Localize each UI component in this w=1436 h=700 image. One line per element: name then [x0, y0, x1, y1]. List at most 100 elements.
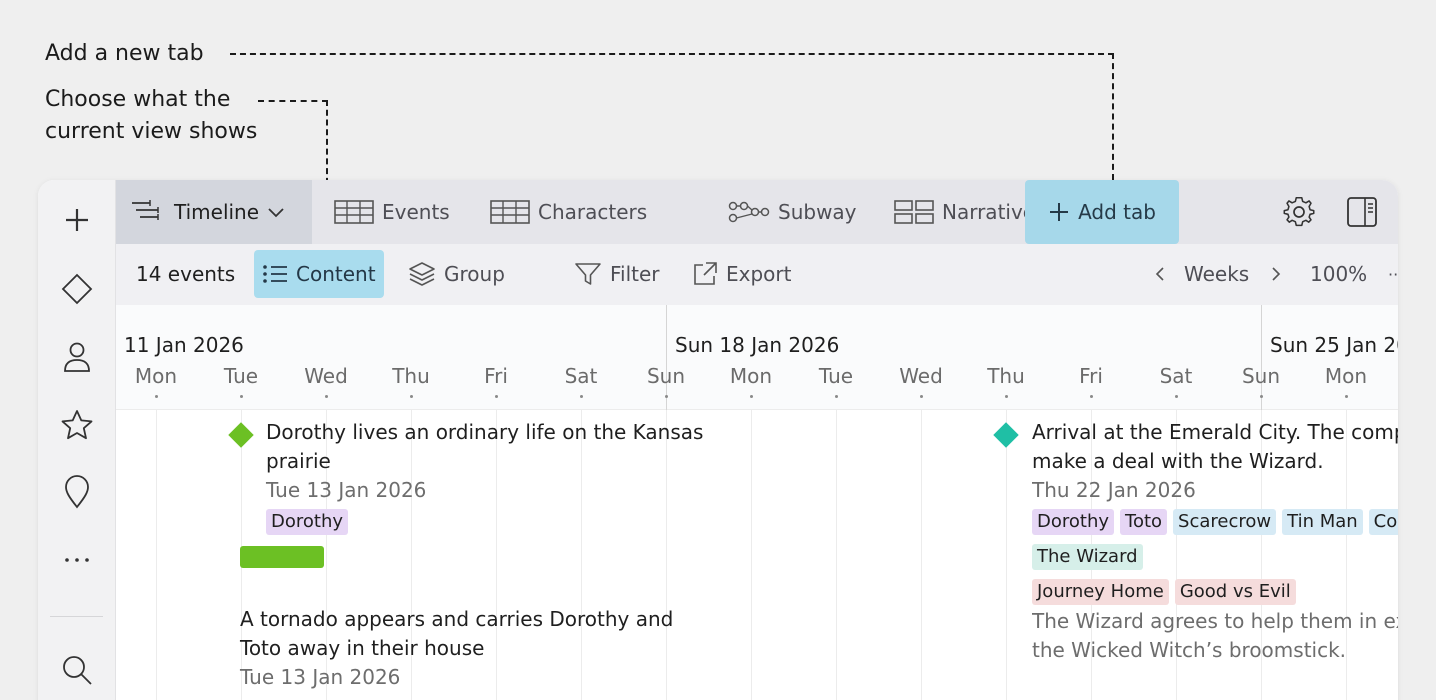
scale-prev-button[interactable] [1146, 250, 1174, 298]
day-label: Thu [987, 364, 1025, 388]
day-tick [410, 395, 413, 398]
settings-button[interactable] [1276, 180, 1322, 244]
export-button[interactable]: Export [684, 250, 799, 298]
table-icon [334, 200, 374, 224]
event-title: Arrival at the Emerald City. The compani… [1032, 420, 1398, 444]
tab-narrative[interactable]: Narrative [880, 180, 1049, 244]
day-tick [495, 395, 498, 398]
table-icon [490, 200, 530, 224]
callout-add-tab: Add a new tab [45, 41, 204, 66]
content-button[interactable]: Content [254, 250, 384, 298]
plus-icon[interactable] [57, 200, 97, 240]
character-tag[interactable]: Scarecrow [1173, 509, 1277, 535]
list-icon [263, 265, 287, 283]
day-tick [1345, 395, 1348, 398]
character-tag[interactable]: Dorothy [1032, 509, 1115, 535]
event-milestone-marker[interactable] [228, 422, 254, 448]
more-label: ··· [1388, 264, 1398, 284]
view-toolbar: 14 events Content Group Filter Export We… [116, 244, 1398, 305]
left-sidebar [38, 180, 116, 700]
theme-tag[interactable]: Journey Home [1032, 579, 1169, 605]
tab-label: Narrative [942, 200, 1036, 224]
export-label: Export [726, 262, 792, 286]
character-tag[interactable]: Toto [1120, 509, 1168, 535]
callout-line-add-tab-down [1112, 53, 1114, 180]
day-tick [665, 395, 668, 398]
zoom-level[interactable]: 100% [1302, 250, 1375, 298]
week-label: Sun 25 Jan 2026 [1270, 333, 1398, 357]
scale-label: Weeks [1184, 262, 1250, 286]
scale-select[interactable]: Weeks [1176, 250, 1257, 298]
character-tag[interactable]: Cowardly Lion [1368, 509, 1398, 535]
day-label: Fri [1079, 364, 1103, 388]
chevron-down-icon[interactable] [267, 206, 285, 218]
theme-tag[interactable]: Good vs Evil [1174, 579, 1296, 605]
event-date: Tue 13 Jan 2026 [266, 478, 427, 502]
day-tick [580, 395, 583, 398]
filter-label: Filter [610, 262, 660, 286]
event-description-cont: the Wicked Witch’s broomstick. [1032, 638, 1347, 662]
chevron-left-icon [1155, 267, 1164, 281]
tab-label: Subway [778, 200, 857, 224]
day-label: Mon [1324, 364, 1368, 388]
add-tab-label: Add tab [1078, 200, 1156, 224]
event-count-label: 14 events [136, 262, 236, 286]
filter-icon [575, 263, 601, 285]
tab-subway[interactable]: Subway [714, 180, 871, 244]
callout-choose-view-line2: current view shows [45, 119, 258, 144]
person-icon[interactable] [57, 337, 97, 377]
timeline-header: 11 Jan 2026 Sun 18 Jan 2026 Sun 25 Jan 2… [116, 305, 1398, 410]
event-duration-bar[interactable] [240, 546, 324, 568]
day-tick [1175, 395, 1178, 398]
day-label: Sun [646, 364, 686, 388]
add-tab-button[interactable]: Add tab [1025, 180, 1179, 244]
panel-toggle-button[interactable] [1340, 180, 1384, 244]
day-label: Sat [1159, 364, 1193, 388]
event-tags: Journey Home Good vs Evil [1032, 579, 1398, 605]
day-gridline [921, 410, 922, 700]
layers-icon [409, 262, 435, 286]
callout-line-choose-view [258, 100, 328, 102]
tab-events[interactable]: Events [320, 180, 464, 244]
more-icon[interactable] [57, 540, 97, 580]
diamond-icon[interactable] [57, 269, 97, 309]
app-window: Timeline Events Characters Subway Narrat… [38, 180, 1398, 700]
event-milestone-marker[interactable] [993, 422, 1019, 448]
event-card[interactable]: A tornado appears and carries Dorothy an… [240, 605, 673, 692]
event-tags: Dorothy [266, 509, 703, 535]
character-tag[interactable]: Dorothy [266, 509, 349, 535]
event-card[interactable]: Arrival at the Emerald City. The compani… [1032, 418, 1398, 665]
group-button[interactable]: Group [400, 250, 513, 298]
character-tag[interactable]: Tin Man [1282, 509, 1363, 535]
event-description: The Wizard agrees to help them in exchan… [1032, 609, 1398, 633]
day-label: Mon [729, 364, 773, 388]
day-tick [920, 395, 923, 398]
search-icon[interactable] [57, 650, 97, 690]
tab-bar: Timeline Events Characters Subway Narrat… [116, 180, 1398, 244]
day-tick [155, 395, 158, 398]
filter-button[interactable]: Filter [566, 250, 668, 298]
day-tick [750, 395, 753, 398]
day-tick [325, 395, 328, 398]
day-label: Wed [304, 364, 348, 388]
scale-next-button[interactable] [1262, 250, 1290, 298]
content-label: Content [296, 262, 376, 286]
tab-timeline[interactable]: Timeline [116, 180, 312, 244]
pin-icon[interactable] [57, 472, 97, 512]
star-icon[interactable] [57, 405, 97, 445]
chevron-right-icon [1272, 267, 1281, 281]
week-label: Sun 18 Jan 2026 [675, 333, 840, 357]
day-gridline [156, 410, 157, 700]
toolbar-more-button[interactable]: ··· [1380, 250, 1398, 298]
event-title: Dorothy lives an ordinary life on the Ka… [266, 420, 704, 444]
event-date: Thu 22 Jan 2026 [1032, 478, 1196, 502]
export-icon [694, 262, 717, 285]
event-card[interactable]: Dorothy lives an ordinary life on the Ka… [266, 418, 703, 535]
tab-characters[interactable]: Characters [476, 180, 661, 244]
event-title-cont: make a deal with the Wizard. [1032, 449, 1324, 473]
character-tag[interactable]: The Wizard [1032, 544, 1143, 570]
day-tick [1090, 395, 1093, 398]
day-gridline [751, 410, 752, 700]
group-label: Group [444, 262, 505, 286]
day-tick [835, 395, 838, 398]
